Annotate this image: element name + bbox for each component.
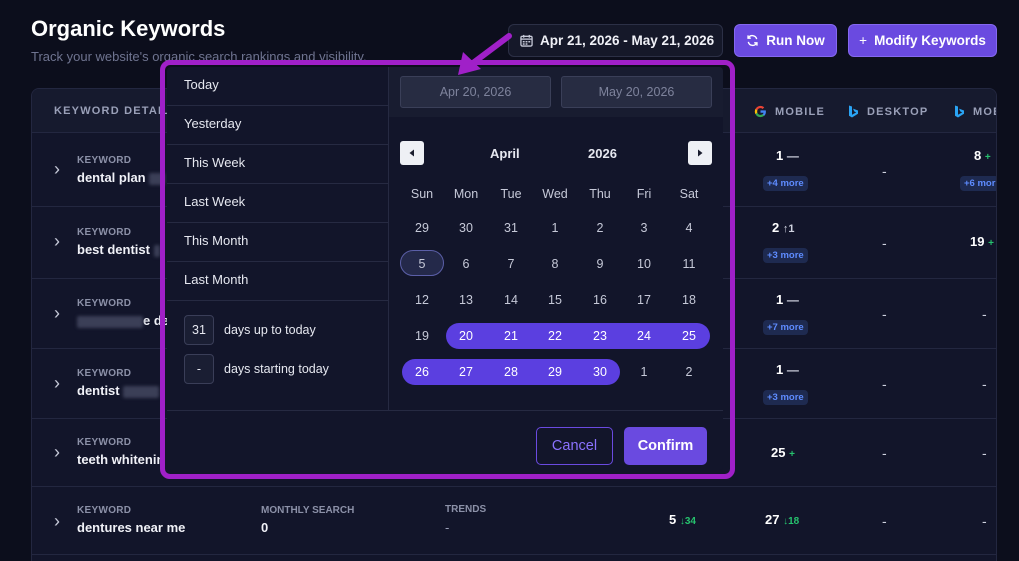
chevron-right-icon[interactable]: › <box>54 231 60 252</box>
keyword-label: KEYWORD <box>77 368 132 379</box>
bing-mobile-rank: 8 + <box>974 148 991 163</box>
more-badge[interactable]: +3 more <box>763 248 808 263</box>
bing-desktop-rank: - <box>882 235 887 251</box>
highlight-annotation <box>160 60 735 479</box>
bing-mobile-rank: - <box>982 376 987 392</box>
modify-keywords-button[interactable]: + Modify Keywords <box>848 24 997 57</box>
chevron-right-icon[interactable]: › <box>54 511 60 532</box>
date-range-button[interactable]: Apr 21, 2026 - May 21, 2026 <box>508 24 723 57</box>
google-mobile-rank: 1 — <box>776 292 799 307</box>
run-now-button[interactable]: Run Now <box>734 24 837 57</box>
modify-keywords-label: Modify Keywords <box>874 33 986 48</box>
google-mobile-rank: 1 — <box>776 362 799 377</box>
plus-icon: + <box>859 33 868 48</box>
column-bing-desktop-label: DESKTOP <box>867 106 929 118</box>
bing-desktop-rank: - <box>882 376 887 392</box>
column-keyword-detail: KEYWORD DETAIL <box>54 105 171 117</box>
keyword-label: KEYWORD <box>77 437 132 448</box>
keyword-label: KEYWORD <box>77 505 132 516</box>
trends-value: - <box>445 520 450 535</box>
keyword-value: dentures near me <box>77 520 186 535</box>
keyword-value: e de <box>77 313 169 328</box>
more-badge[interactable]: +7 more <box>763 320 808 335</box>
chevron-right-icon[interactable]: › <box>54 159 60 180</box>
bing-icon <box>955 105 964 118</box>
table-row[interactable]: › KEYWORD dentures near me MONTHLY SEARC… <box>32 487 996 555</box>
trends-label: TRENDS <box>445 504 487 515</box>
refresh-icon <box>747 34 758 47</box>
column-bing-desktop[interactable]: DESKTOP <box>848 105 928 119</box>
google-icon <box>754 105 766 118</box>
google-mobile-rank: 1 — <box>776 148 799 163</box>
keyword-label: KEYWORD <box>77 227 132 238</box>
keyword-value: best dentist <box>77 242 160 257</box>
chevron-right-icon[interactable]: › <box>54 442 60 463</box>
bing-desktop-rank: - <box>882 513 887 529</box>
run-now-label: Run Now <box>766 33 825 48</box>
annotation-arrow-icon <box>458 33 512 75</box>
keyword-value: dentist <box>77 383 160 398</box>
bing-desktop-rank: - <box>882 163 887 179</box>
keyword-label: KEYWORD <box>77 155 132 166</box>
more-badge[interactable]: +6 mor <box>960 176 996 191</box>
more-badge[interactable]: +4 more <box>763 176 808 191</box>
bing-mobile-rank: 19 + <box>970 234 994 249</box>
google-mobile-rank: 25 + <box>771 445 795 460</box>
bing-desktop-rank: - <box>882 306 887 322</box>
calendar-icon <box>520 34 533 47</box>
google-desktop-rank: 5 ↓34 <box>669 512 696 527</box>
column-bing-mobile[interactable]: MOB <box>954 105 996 119</box>
monthly-search-value: 0 <box>261 520 269 535</box>
google-mobile-rank: 2 ↑1 <box>772 220 795 235</box>
keyword-value: teeth whitenin <box>77 452 165 467</box>
column-google-mobile-label: MOBILE <box>775 105 825 118</box>
keyword-label: KEYWORD <box>77 298 132 309</box>
column-bing-mobile-label: MOB <box>973 106 996 118</box>
google-mobile-rank: 27 ↓18 <box>765 512 800 527</box>
date-range-label: Apr 21, 2026 - May 21, 2026 <box>540 33 715 48</box>
page-title: Organic Keywords <box>31 16 226 41</box>
bing-icon <box>849 105 858 118</box>
chevron-right-icon[interactable]: › <box>54 303 60 324</box>
column-google-mobile[interactable]: MOBILE <box>754 105 825 118</box>
chevron-right-icon[interactable]: › <box>54 373 60 394</box>
page: Organic Keywords Track your website's or… <box>0 0 1019 561</box>
bing-mobile-rank: - <box>982 445 987 461</box>
bing-mobile-rank: - <box>982 306 987 322</box>
more-badge[interactable]: +3 more <box>763 390 808 405</box>
bing-desktop-rank: - <box>882 445 887 461</box>
bing-mobile-rank: - <box>982 513 987 529</box>
keyword-value: dental plan <box>77 170 166 185</box>
monthly-search-label: MONTHLY SEARCH <box>261 505 355 516</box>
